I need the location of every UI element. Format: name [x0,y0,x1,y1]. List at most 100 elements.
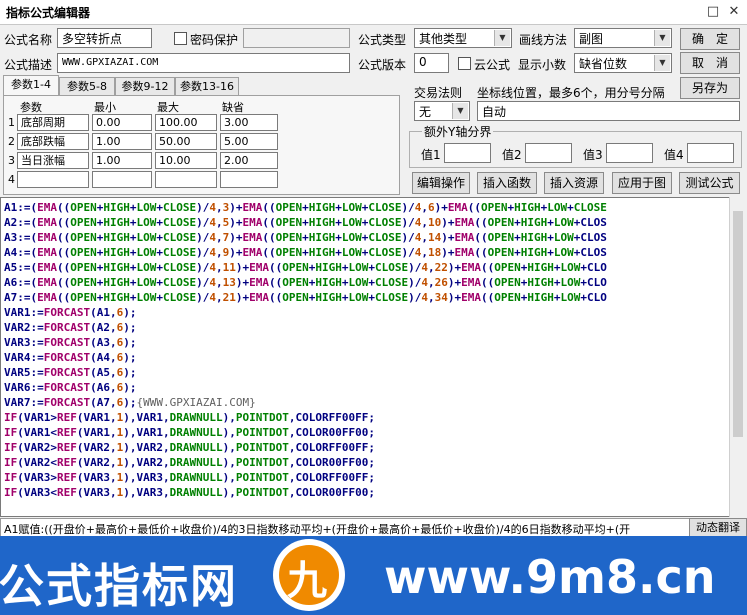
test-formula-button[interactable]: 测试公式 [679,172,740,194]
formula-editor[interactable]: A1:=(EMA((OPEN+HIGH+LOW+CLOSE)/4,3)+EMA(… [0,197,747,517]
param-min-field[interactable]: 0.00 [92,114,152,131]
formula-code: A1:=(EMA((OPEN+HIGH+LOW+CLOSE)/4,3)+EMA(… [4,200,607,500]
banner-logo: 九 [273,539,345,611]
param-default-field[interactable]: 5.00 [220,133,278,150]
param-name-field[interactable] [17,171,89,188]
param-name-field[interactable]: 底部跌幅 [17,133,89,150]
chevron-down-icon: ▼ [654,55,670,71]
banner-right-text: www.9m8.cn [384,550,716,604]
formula-type-value: 其他类型 [419,32,468,46]
y-value-2-field[interactable] [525,143,572,163]
apply-to-chart-button[interactable]: 应用于图 [612,172,672,194]
y-value-3-field[interactable] [606,143,653,163]
window-title: 指标公式编辑器 [6,6,91,20]
edit-ops-button[interactable]: 编辑操作 [412,172,470,194]
param-max-field[interactable]: 100.00 [155,114,217,131]
code-line: A6:=(EMA((OPEN+HIGH+LOW+CLOSE)/4,13)+EMA… [4,276,607,289]
formula-type-label: 公式类型 [358,33,407,47]
param-row-index: 3 [8,154,15,167]
param-header-min: 最小 [94,101,116,114]
code-line: A4:=(EMA((OPEN+HIGH+LOW+CLOSE)/4,9)+EMA(… [4,246,607,259]
tab-params-9-12[interactable]: 参数9-12 [115,77,175,96]
trade-rule-select[interactable]: 无 ▼ [414,101,470,121]
code-line: VAR3:=FORCAST(A3,6); [4,336,137,349]
cloud-formula-label: 云公式 [474,58,511,72]
decimal-label: 显示小数 [518,58,567,72]
cloud-formula-checkbox[interactable] [458,57,471,70]
param-max-field[interactable] [155,171,217,188]
code-line: VAR4:=FORCAST(A4,6); [4,351,137,364]
logo-char: 九 [287,558,327,604]
code-line: IF(VAR3<REF(VAR3,1),VAR3,DRAWNULL),POINT… [4,486,375,499]
param-name-field[interactable]: 底部周期 [17,114,89,131]
status-bar: A1赋值:((开盘价+最高价+最低价+收盘价)/4的3日指数移动平均+(开盘价+… [0,518,747,538]
extra-y-axis-label: 额外Y轴分界 [422,123,494,140]
code-line: IF(VAR2>REF(VAR2,1),VAR2,DRAWNULL),POINT… [4,441,375,454]
y-value-1-label: 值1 [421,148,441,162]
param-name-field[interactable]: 当日涨幅 [17,152,89,169]
trade-rule-label: 交易法则 [414,86,463,100]
close-button[interactable]: ✕ [724,3,744,21]
param-header-max: 最大 [157,101,179,114]
param-min-field[interactable] [92,171,152,188]
save-as-button[interactable]: 另存为 [680,77,740,99]
param-header-name: 参数 [20,101,42,114]
draw-method-value: 副图 [579,32,604,46]
y-value-3-label: 值3 [583,148,603,162]
chevron-down-icon: ▼ [654,30,670,46]
password-field[interactable] [243,28,350,48]
formula-type-select[interactable]: 其他类型 ▼ [414,28,512,48]
formula-desc-label: 公式描述 [4,58,53,72]
password-checkbox[interactable] [174,32,187,45]
draw-method-select[interactable]: 副图 ▼ [574,28,672,48]
param-row-index: 4 [8,173,15,186]
decimal-select[interactable]: 缺省位数 ▼ [574,53,672,73]
tab-params-5-8[interactable]: 参数5-8 [59,77,115,96]
params-panel: 参数 最小 最大 缺省 1 底部周期 0.00 100.00 3.00 2 底部… [3,95,400,195]
y-value-1-field[interactable] [444,143,491,163]
code-line: VAR2:=FORCAST(A2,6); [4,321,137,334]
y-value-4-field[interactable] [687,143,734,163]
param-max-field[interactable]: 50.00 [155,133,217,150]
cancel-button[interactable]: 取 消 [680,52,740,74]
maximize-button[interactable]: □ [703,3,723,21]
code-line: VAR7:=FORCAST(A7,6);{WWW.GPXIAZAI.COM} [4,396,256,409]
scrollbar-thumb[interactable] [733,211,743,437]
formula-desc-field[interactable]: WWW.GPXIAZAI.COM [57,53,350,73]
formula-name-field[interactable]: 多空转折点 [57,28,152,48]
code-line: A1:=(EMA((OPEN+HIGH+LOW+CLOSE)/4,3)+EMA(… [4,201,607,214]
param-row-index: 2 [8,135,15,148]
editor-scrollbar[interactable] [729,197,747,517]
code-line: VAR5:=FORCAST(A5,6); [4,366,137,379]
decimal-value: 缺省位数 [579,57,628,71]
code-line: A7:=(EMA((OPEN+HIGH+LOW+CLOSE)/4,21)+EMA… [4,291,607,304]
code-line: VAR6:=FORCAST(A6,6); [4,381,137,394]
draw-method-label: 画线方法 [519,33,568,47]
code-line: VAR1:=FORCAST(A1,6); [4,306,137,319]
status-text: A1赋值:((开盘价+最高价+最低价+收盘价)/4的3日指数移动平均+(开盘价+… [4,523,631,536]
param-default-field[interactable]: 3.00 [220,114,278,131]
formula-version-field[interactable]: 0 [414,53,449,73]
code-line: A3:=(EMA((OPEN+HIGH+LOW+CLOSE)/4,7)+EMA(… [4,231,607,244]
dynamic-translate-button[interactable]: 动态翻译 [689,518,747,538]
tab-params-1-4[interactable]: 参数1-4 [3,75,59,97]
title-bar: 指标公式编辑器 □ ✕ [0,0,747,25]
tab-params-13-16[interactable]: 参数13-16 [175,77,239,96]
coord-line-label: 坐标线位置，最多6个，用分号分隔 [477,86,665,100]
param-min-field[interactable]: 1.00 [92,133,152,150]
param-row-index: 1 [8,116,15,129]
param-min-field[interactable]: 1.00 [92,152,152,169]
password-label: 密码保护 [190,33,239,47]
watermark-banner: 公式指标网 九 www.9m8.cn [0,536,747,615]
banner-left-text: 公式指标网 [0,559,238,613]
param-default-field[interactable]: 2.00 [220,152,278,169]
insert-resource-button[interactable]: 插入资源 [544,172,604,194]
y-value-2-label: 值2 [502,148,522,162]
insert-function-button[interactable]: 插入函数 [477,172,537,194]
param-default-field[interactable] [220,171,278,188]
coord-line-field[interactable]: 自动 [477,101,740,121]
param-max-field[interactable]: 10.00 [155,152,217,169]
ok-button[interactable]: 确 定 [680,28,740,50]
code-line: A2:=(EMA((OPEN+HIGH+LOW+CLOSE)/4,5)+EMA(… [4,216,607,229]
extra-y-axis-group: 额外Y轴分界 值1 值2 值3 值4 [409,123,742,168]
